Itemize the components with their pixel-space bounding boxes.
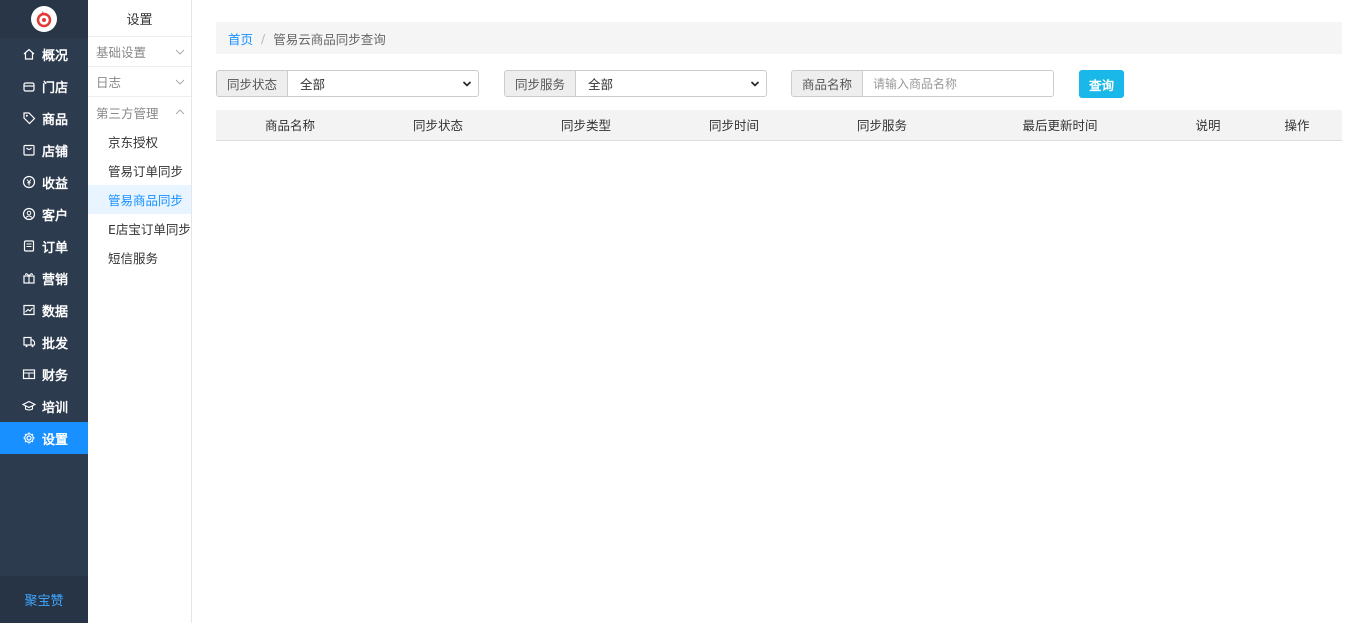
nav-item-label: 数据 [42,304,69,320]
chevron-up-icon [175,109,185,115]
truck-icon [22,335,36,349]
settings-subnav: 设置 基础设置 日志 第三方管理 京东授权 管易订单同步 管易商品同步 E店宝订… [88,0,192,623]
nav-item-label: 门店 [42,80,69,96]
chevron-down-icon [750,80,760,87]
nav-item-label: 订单 [42,240,69,256]
subnav-group-basic-settings[interactable]: 基础设置 [88,37,191,67]
query-button[interactable]: 查询 [1079,70,1124,98]
subnav-item-jd-auth[interactable]: 京东授权 [88,127,191,156]
sync-status-filter: 同步状态 全部 [216,70,479,97]
main-nav-list: 概况 门店 商品 店铺 收益 客户 订单 营销 数据 批发 财务 培训 设置 [0,38,88,454]
column-header-sync-time[interactable]: 同步时间 [660,110,808,140]
nav-item-label: 商品 [42,112,69,128]
sync-status-select[interactable]: 全部 [288,71,478,96]
nav-item-label: 收益 [42,176,69,192]
product-name-input[interactable] [863,71,1053,96]
nav-item-data[interactable]: 数据 [0,294,88,326]
nav-item-order[interactable]: 订单 [0,230,88,262]
breadcrumb-home-link[interactable]: 首页 [228,29,253,48]
sync-status-label: 同步状态 [217,71,289,96]
breadcrumb-current: 管易云商品同步查询 [273,31,386,47]
subnav-item-guanyi-order-sync[interactable]: 管易订单同步 [88,156,191,185]
column-header-description[interactable]: 说明 [1164,110,1252,140]
column-header-product-name[interactable]: 商品名称 [216,110,364,140]
subnav-item-guanyi-product-sync[interactable]: 管易商品同步 [88,185,191,214]
filter-bar: 同步状态 全部 同步服务 全部 商品名称 查询 [216,70,1342,98]
column-header-actions[interactable]: 操作 [1252,110,1342,140]
subnav-item-sms-service[interactable]: 短信服务 [88,243,191,272]
shop-icon [22,143,36,157]
subnav-group-log[interactable]: 日志 [88,67,191,97]
nav-item-label: 营销 [42,272,69,288]
nav-item-product[interactable]: 商品 [0,102,88,134]
sync-service-filter: 同步服务 全部 [504,70,767,97]
chart-icon [22,303,36,317]
home-icon [22,47,36,61]
nav-item-wholesale[interactable]: 批发 [0,326,88,358]
nav-item-income[interactable]: 收益 [0,166,88,198]
nav-item-label: 批发 [42,336,69,352]
chevron-down-icon [175,49,185,55]
chevron-down-icon [462,80,472,87]
nav-item-marketing[interactable]: 营销 [0,262,88,294]
column-header-sync-status[interactable]: 同步状态 [364,110,512,140]
nav-item-label: 设置 [42,432,69,448]
product-name-label: 商品名称 [792,71,864,96]
sync-service-select[interactable]: 全部 [576,71,766,96]
order-icon [22,239,36,253]
subnav-group-label: 日志 [96,75,122,90]
nav-item-label: 店铺 [42,144,69,160]
tag-icon [22,111,36,125]
sync-service-label: 同步服务 [505,71,577,96]
brand-link[interactable]: 聚宝赞 [0,576,88,623]
nav-item-label: 财务 [42,368,69,384]
gear-icon [22,431,36,445]
sync-result-table: 商品名称 同步状态 同步类型 同步时间 同步服务 最后更新时间 说明 操作 [216,110,1342,141]
gift-icon [22,271,36,285]
finance-icon [22,367,36,381]
logo-icon [31,6,57,32]
breadcrumb-separator: / [261,30,266,46]
subnav-item-edianbao-order-sync[interactable]: E店宝订单同步 [88,214,191,243]
product-name-filter: 商品名称 [791,70,1054,97]
yuan-icon [22,175,36,189]
subnav-group-label: 基础设置 [96,45,147,60]
column-header-last-updated[interactable]: 最后更新时间 [956,110,1164,140]
column-header-sync-service[interactable]: 同步服务 [808,110,956,140]
sync-service-value: 全部 [588,77,614,92]
subnav-title: 设置 [88,0,191,37]
nav-item-label: 概况 [42,48,69,64]
graduation-icon [22,399,36,413]
main-sidebar: 概况 门店 商品 店铺 收益 客户 订单 营销 数据 批发 财务 培训 设置 聚… [0,0,88,623]
nav-item-finance[interactable]: 财务 [0,358,88,390]
sync-status-value: 全部 [300,77,326,92]
nav-item-settings[interactable]: 设置 [0,422,88,454]
nav-item-overview[interactable]: 概况 [0,38,88,70]
nav-item-store[interactable]: 门店 [0,70,88,102]
nav-item-label: 培训 [42,400,69,416]
nav-item-shop[interactable]: 店铺 [0,134,88,166]
subnav-group-label: 第三方管理 [96,105,159,121]
nav-item-training[interactable]: 培训 [0,390,88,422]
breadcrumb: 首页 / 管易云商品同步查询 [216,22,1342,54]
user-icon [22,207,36,221]
nav-item-label: 客户 [42,208,69,224]
nav-item-customer[interactable]: 客户 [0,198,88,230]
column-header-sync-type[interactable]: 同步类型 [512,110,660,140]
main-content: 首页 / 管易云商品同步查询 同步状态 全部 同步服务 全部 商品名称 查询 [216,22,1342,141]
store-icon [22,79,36,93]
subnav-group-third-party[interactable]: 第三方管理 [88,97,191,127]
table-header-row: 商品名称 同步状态 同步类型 同步时间 同步服务 最后更新时间 说明 操作 [216,110,1342,140]
chevron-down-icon [175,79,185,85]
app-logo[interactable] [0,0,88,38]
